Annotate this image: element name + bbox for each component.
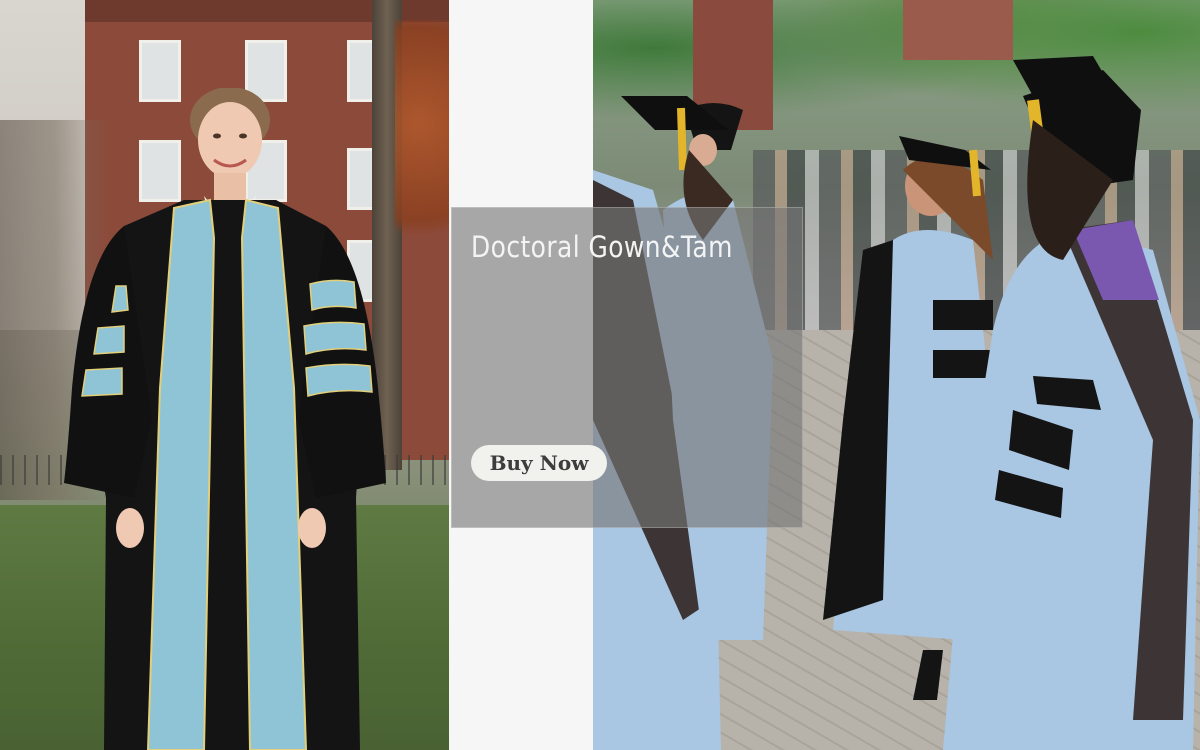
buy-now-button[interactable]: Buy Now bbox=[471, 445, 607, 481]
doctoral-gown-model bbox=[64, 88, 386, 750]
banner-title: Doctoral Gown&Tam bbox=[471, 230, 733, 264]
gown-model-photo bbox=[0, 0, 449, 750]
promo-overlay-card: Doctoral Gown&Tam Buy Now bbox=[451, 207, 803, 528]
promo-banner: Doctoral Gown&Tam Buy Now bbox=[0, 0, 1200, 750]
